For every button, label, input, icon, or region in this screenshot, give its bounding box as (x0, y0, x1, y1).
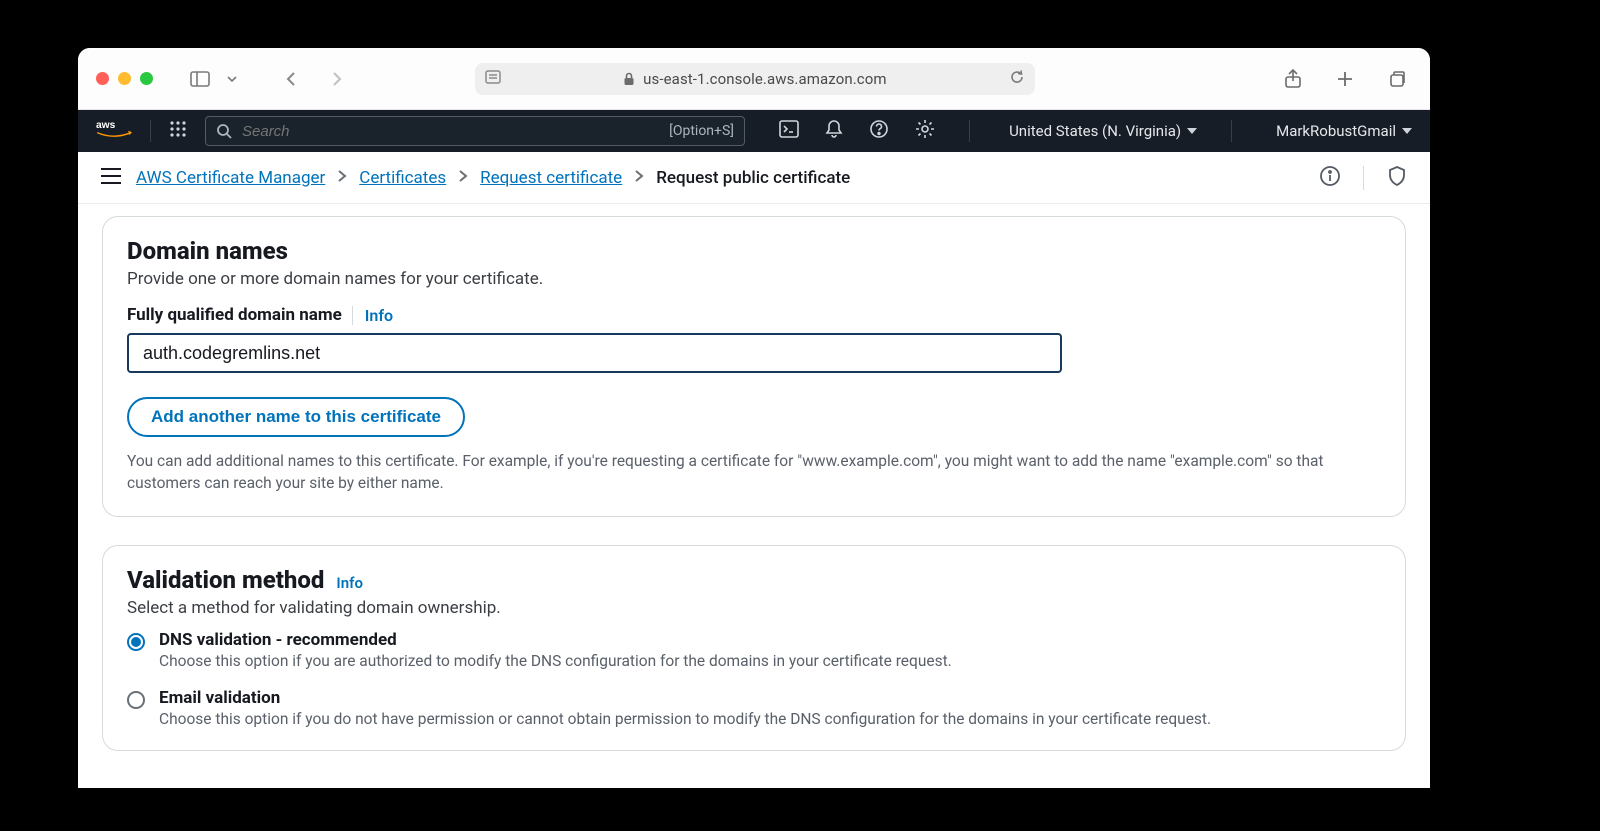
crumb-acm[interactable]: AWS Certificate Manager (136, 168, 325, 188)
forward-button[interactable] (321, 64, 351, 94)
fqdn-label: Fully qualified domain name (127, 305, 342, 325)
validation-subtitle: Select a method for validating domain ow… (127, 598, 1381, 618)
window-zoom-button[interactable] (140, 72, 153, 85)
settings-gear-icon[interactable] (915, 119, 935, 143)
radio-email-validation[interactable]: Email validation Choose this option if y… (127, 688, 1381, 728)
region-label: United States (N. Virginia) (1009, 122, 1181, 140)
lock-icon (623, 72, 635, 86)
add-another-name-button[interactable]: Add another name to this certificate (127, 397, 465, 437)
breadcrumb-row: AWS Certificate Manager Certificates Req… (78, 152, 1430, 204)
info-circle-icon[interactable] (1319, 165, 1341, 191)
window-minimize-button[interactable] (118, 72, 131, 85)
validation-heading: Validation method (127, 566, 324, 594)
domain-names-panel: Domain names Provide one or more domain … (102, 216, 1406, 517)
radio-dns-validation[interactable]: DNS validation - recommended Choose this… (127, 630, 1381, 670)
fqdn-info-link[interactable]: Info (352, 306, 393, 325)
chevron-right-icon (458, 168, 468, 188)
aws-logo[interactable]: aws (96, 118, 132, 144)
validation-radio-group: DNS validation - recommended Choose this… (127, 630, 1381, 728)
page-content: Domain names Provide one or more domain … (78, 204, 1430, 788)
back-button[interactable] (277, 64, 307, 94)
chevron-down-icon (1187, 126, 1197, 136)
aws-search-input[interactable] (242, 123, 659, 140)
tab-dropdown-icon[interactable] (217, 64, 247, 94)
chevron-down-icon (1402, 126, 1412, 136)
user-menu[interactable]: MarkRobustGmail (1276, 122, 1412, 140)
crumb-certificates[interactable]: Certificates (359, 168, 446, 188)
reader-mode-icon[interactable] (485, 69, 501, 88)
cloudshell-icon[interactable] (779, 120, 799, 142)
url-bar[interactable]: us-east-1.console.aws.amazon.com (475, 63, 1035, 95)
user-label: MarkRobustGmail (1276, 122, 1396, 140)
sidebar-toggle-icon[interactable] (185, 64, 215, 94)
aws-top-nav: aws [Option+S] United Sta (78, 110, 1430, 152)
aws-search[interactable]: [Option+S] (205, 116, 745, 146)
chevron-right-icon (337, 168, 347, 188)
notifications-bell-icon[interactable] (825, 119, 843, 143)
radio-title: DNS validation - recommended (159, 630, 952, 650)
radio-desc: Choose this option if you are authorized… (159, 652, 952, 670)
validation-info-link[interactable]: Info (336, 574, 363, 592)
breadcrumb: AWS Certificate Manager Certificates Req… (136, 168, 850, 188)
url-text: us-east-1.console.aws.amazon.com (487, 70, 1023, 88)
services-grid-icon[interactable] (169, 120, 187, 142)
share-icon[interactable] (1278, 64, 1308, 94)
search-shortcut-label: [Option+S] (669, 123, 734, 139)
tabs-overview-icon[interactable] (1382, 64, 1412, 94)
help-icon[interactable] (869, 119, 889, 143)
svg-text:aws: aws (96, 120, 116, 131)
window-close-button[interactable] (96, 72, 109, 85)
new-tab-icon[interactable] (1330, 64, 1360, 94)
browser-chrome: us-east-1.console.aws.amazon.com (78, 48, 1430, 110)
crumb-current: Request public certificate (656, 168, 850, 188)
fqdn-input[interactable] (127, 333, 1062, 373)
crumb-request[interactable]: Request certificate (480, 168, 622, 188)
refresh-icon[interactable] (1009, 69, 1025, 89)
radio-desc: Choose this option if you do not have pe… (159, 710, 1211, 728)
domain-help-text: You can add additional names to this cer… (127, 451, 1381, 494)
browser-window: us-east-1.console.aws.amazon.com aws (78, 48, 1430, 788)
radio-button-icon (127, 691, 145, 709)
radio-title: Email validation (159, 688, 1211, 708)
validation-method-panel: Validation method Info Select a method f… (102, 545, 1406, 751)
traffic-lights (96, 72, 153, 85)
domain-names-subtitle: Provide one or more domain names for you… (127, 269, 1381, 289)
chevron-right-icon (634, 168, 644, 188)
side-nav-toggle-icon[interactable] (100, 167, 122, 189)
radio-button-icon (127, 633, 145, 651)
region-selector[interactable]: United States (N. Virginia) (1009, 122, 1197, 140)
domain-names-heading: Domain names (127, 237, 1381, 265)
search-icon (216, 123, 232, 139)
security-shield-icon[interactable] (1386, 165, 1408, 191)
